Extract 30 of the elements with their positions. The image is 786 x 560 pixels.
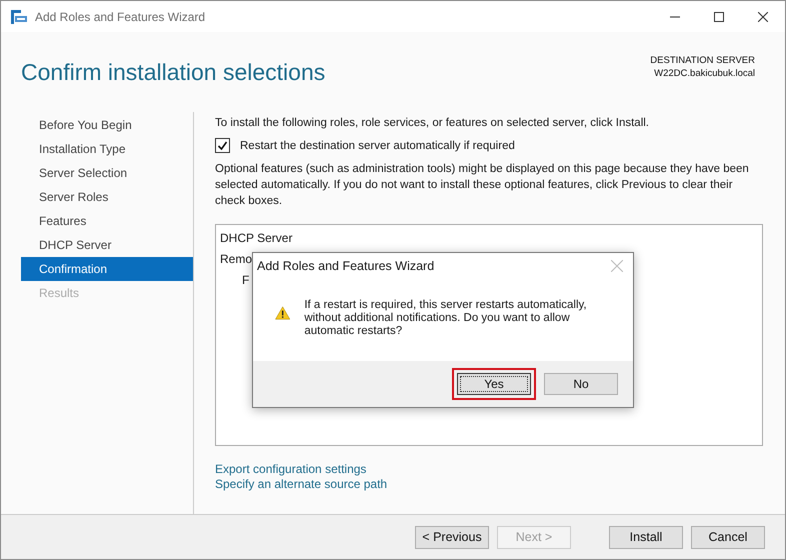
optional-features-note: Optional features (such as administration tools) might be displayed on this page because they have been selected automatically. If you do not want to install these optional features, click Previous to clear their check boxes.	[215, 162, 750, 209]
selection-item: F	[242, 272, 250, 289]
window-title: Add Roles and Features Wizard	[35, 10, 206, 24]
close-icon[interactable]	[758, 12, 768, 22]
footer-button[interactable]: Cancel	[691, 526, 765, 548]
link[interactable]: Specify an alternate source path	[215, 477, 388, 491]
page-heading: Confirm installation selections	[21, 59, 326, 87]
sidebar-item[interactable]: Server Roles	[21, 185, 193, 209]
checkbox-label: Restart the destination server automatically if required	[240, 140, 515, 152]
sidebar-item[interactable]: Server Selection	[21, 161, 193, 185]
destination-label: DESTINATION SERVER	[650, 54, 755, 67]
selection-item: Remo	[220, 251, 252, 268]
dialog-button[interactable]: No	[544, 373, 618, 395]
sidebar-item[interactable]: Before You Begin	[21, 113, 193, 137]
server-wizard-icon	[11, 10, 27, 24]
intro-text: To install the following roles, role services, or features on selected server, click Install.	[215, 117, 650, 129]
sidebar-item[interactable]: Features	[21, 209, 193, 233]
maximize-icon[interactable]	[714, 12, 724, 22]
dialog-title: Add Roles and Features Wizard	[257, 259, 434, 273]
destination-server: W22DC.bakicubuk.local	[653, 67, 755, 80]
footer-button[interactable]: Install	[609, 526, 683, 548]
restart-checkbox[interactable]	[215, 138, 230, 153]
footer-button[interactable]: < Previous	[415, 526, 489, 548]
sidebar-item[interactable]: DHCP Server	[21, 233, 193, 257]
dialog-button[interactable]: Yes	[457, 373, 531, 395]
sidebar-item[interactable]: Confirmation	[21, 257, 193, 281]
selection-item: DHCP Server	[220, 230, 292, 247]
sidebar-item[interactable]: Installation Type	[21, 137, 193, 161]
dialog-message: If a restart is required, this server restarts automatically, without additional notifications. Do you want to allow automatic restarts?	[304, 299, 588, 339]
link[interactable]: Export configuration settings	[215, 462, 366, 476]
